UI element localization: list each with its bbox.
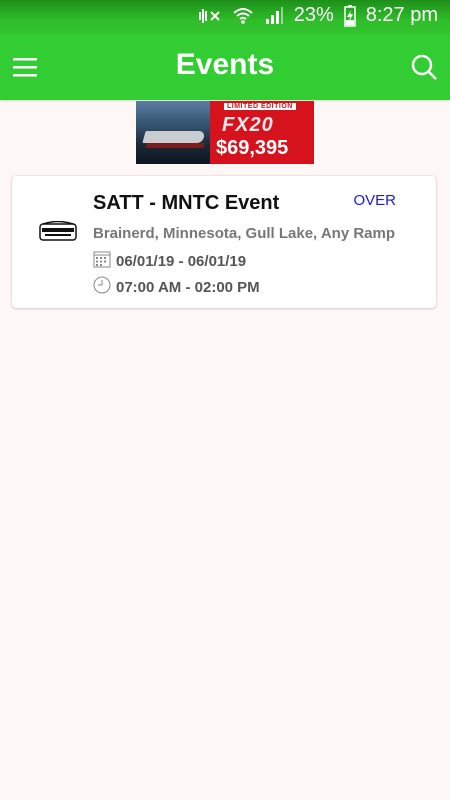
- page-title: Events: [175, 48, 275, 81]
- event-times: 07:00 AM - 02:00 PM: [116, 278, 260, 296]
- signal-icon: [264, 6, 284, 26]
- clock-icon: [93, 276, 111, 298]
- app-bar: Events: [0, 34, 450, 100]
- search-button[interactable]: [408, 51, 440, 83]
- battery-charging-icon: [343, 4, 356, 27]
- ad-boat-image: [136, 101, 210, 164]
- event-name: SATT - MNTC Event: [93, 192, 280, 214]
- status-bar: 23% 8:27 pm: [0, 0, 450, 34]
- ad-banner[interactable]: LIMITED EDITION FX20 $69,395: [136, 101, 314, 164]
- event-status-badge: OVER: [353, 192, 396, 209]
- event-time-row: 07:00 AM - 02:00 PM: [93, 276, 260, 298]
- event-logo-icon: [39, 220, 77, 243]
- event-card[interactable]: SATT - MNTC Event OVER Brainerd, Minneso…: [12, 176, 436, 308]
- clock-time: 8:27 pm: [365, 4, 438, 26]
- ad-ribbon: LIMITED EDITION: [224, 103, 296, 110]
- ad-model: FX20: [222, 114, 274, 136]
- battery-percent: 23%: [293, 4, 334, 26]
- search-icon: [408, 54, 440, 87]
- wifi-icon: [232, 6, 254, 26]
- event-date-row: 06/01/19 - 06/01/19: [93, 250, 246, 272]
- calendar-icon: [93, 250, 111, 272]
- ad-promo: LIMITED EDITION FX20 $69,395: [210, 101, 314, 164]
- ad-price: $69,395: [216, 137, 289, 159]
- mute-icon: [196, 6, 222, 26]
- event-dates: 06/01/19 - 06/01/19: [116, 252, 247, 270]
- event-location: Brainerd, Minnesota, Gull Lake, Any Ramp: [93, 225, 396, 242]
